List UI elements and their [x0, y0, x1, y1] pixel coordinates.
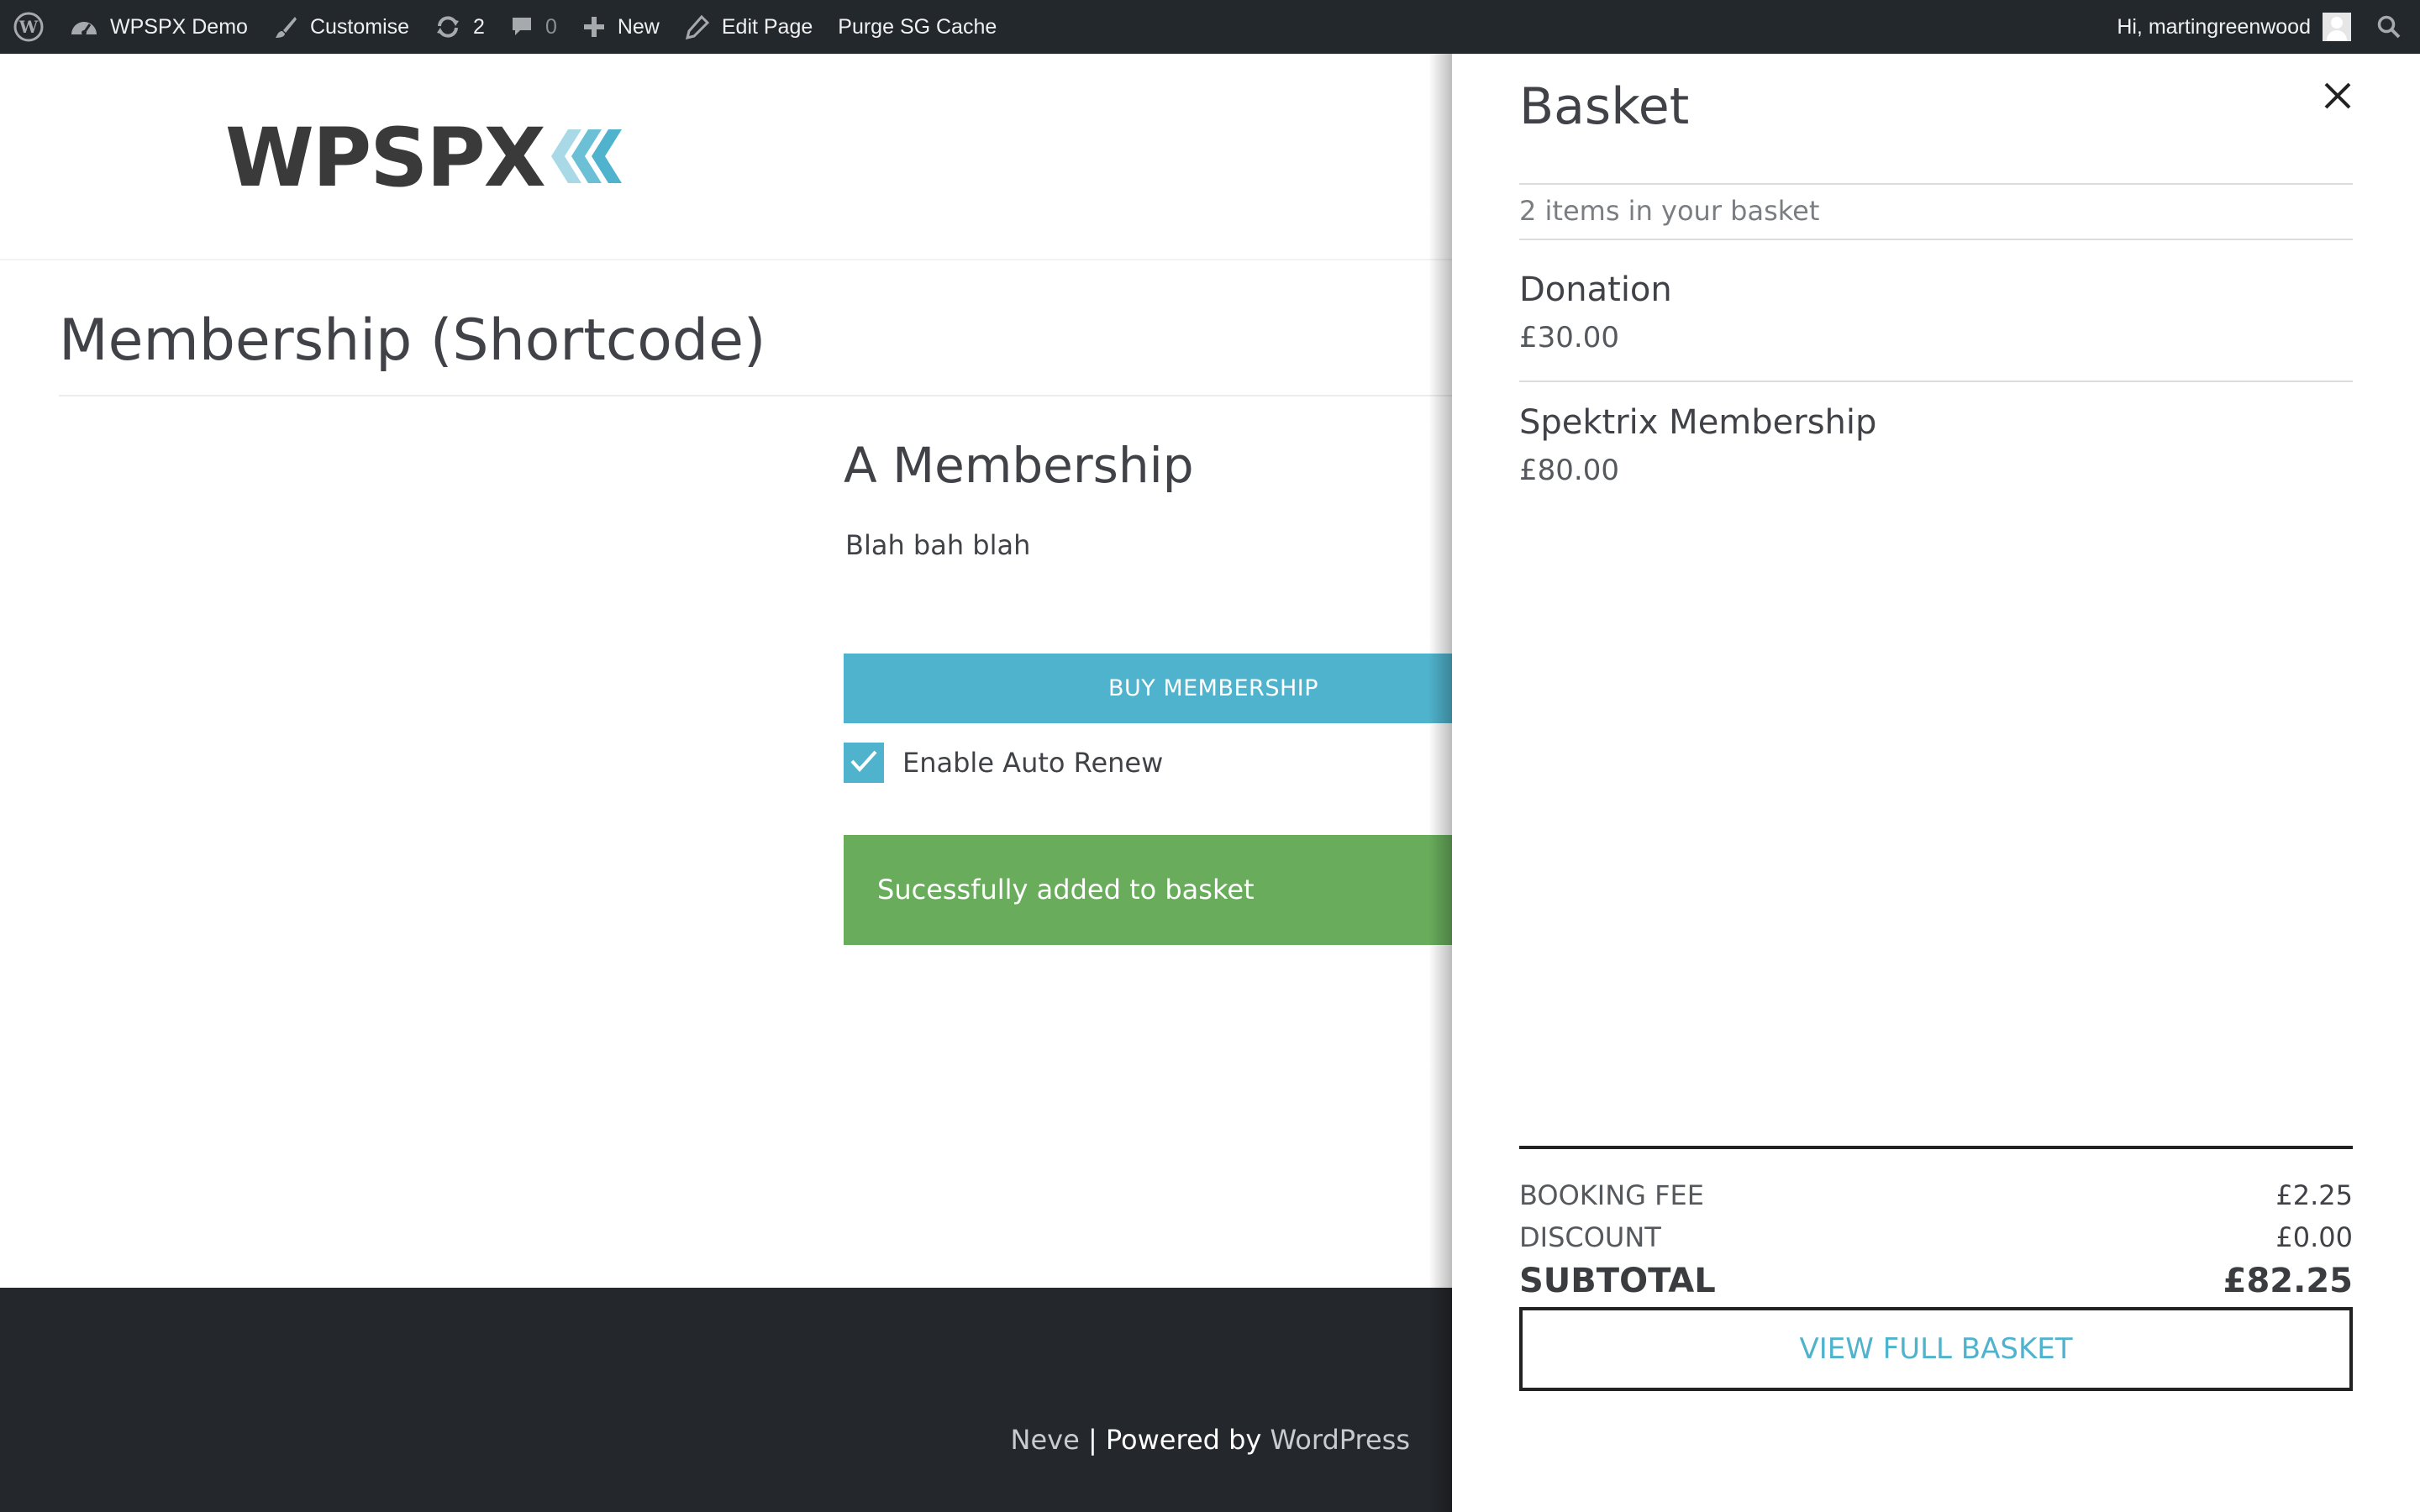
close-basket-button[interactable] [2321, 79, 2354, 113]
wordpress-logo-button[interactable]: W [0, 0, 57, 54]
dashboard-icon [70, 14, 98, 39]
avatar [2323, 13, 2351, 41]
site-logo[interactable]: WPSPX [225, 118, 625, 198]
admin-bar: W WPSPX Demo Customise 2 0 New Edit Page… [0, 0, 2420, 54]
svg-text:W: W [18, 17, 39, 37]
basket-item-name: Spektrix Membership [1519, 403, 1877, 442]
footer-separator: | Powered by [1079, 1424, 1270, 1456]
product-title: A Membership [844, 437, 1194, 494]
booking-fee-value: £2.25 [2275, 1179, 2353, 1211]
wordpress-icon: W [13, 11, 45, 43]
comments-count: 0 [544, 14, 557, 39]
site-name-menu[interactable]: WPSPX Demo [57, 0, 260, 54]
new-content-menu[interactable]: New [570, 0, 672, 54]
edit-page-label: Edit Page [721, 14, 813, 39]
basket-item-divider [1519, 381, 2353, 382]
edit-page-link[interactable]: Edit Page [672, 0, 825, 54]
basket-item-price: £80.00 [1519, 454, 1619, 487]
discount-row: DISCOUNT £0.00 [1519, 1221, 2353, 1253]
page-title: Membership (Shortcode) [59, 307, 766, 374]
basket-panel: Basket 2 items in your basket Donation £… [1452, 54, 2420, 1512]
items-count: 2 items in your basket [1519, 195, 1820, 227]
basket-divider-count [1519, 239, 2353, 240]
customise-label: Customise [309, 14, 410, 39]
updates-link[interactable]: 2 [422, 0, 497, 54]
subtotal-label: SUBTOTAL [1519, 1262, 1716, 1300]
discount-value: £0.00 [2275, 1221, 2353, 1253]
site-name-label: WPSPX Demo [110, 14, 248, 39]
basket-item-name: Donation [1519, 270, 1672, 309]
site-footer: Neve | Powered by WordPress [0, 1288, 1452, 1512]
subtotal-value: £82.25 [2223, 1262, 2353, 1300]
totals-divider [1519, 1146, 2353, 1149]
view-full-basket-button[interactable]: VIEW FULL BASKET [1519, 1307, 2353, 1391]
greeting-label: Hi, martingreenwood [2117, 14, 2311, 39]
booking-fee-label: BOOKING FEE [1519, 1179, 1704, 1211]
new-label: New [617, 14, 660, 39]
checkmark-icon [850, 748, 878, 777]
refresh-icon [434, 14, 461, 39]
basket-title: Basket [1519, 77, 1690, 136]
search-icon [2376, 14, 2402, 39]
auto-renew-checkbox[interactable] [844, 743, 884, 783]
title-divider [59, 395, 1452, 396]
chevrons-icon [543, 126, 625, 190]
theme-link[interactable]: Neve [1011, 1424, 1080, 1456]
footer-credits: Neve | Powered by WordPress [1011, 1424, 1410, 1456]
wordpress-link[interactable]: WordPress [1270, 1424, 1410, 1456]
discount-label: DISCOUNT [1519, 1221, 1661, 1253]
account-menu[interactable]: Hi, martingreenwood [2104, 0, 2356, 54]
customise-link[interactable]: Customise [260, 0, 422, 54]
comments-link[interactable]: 0 [497, 0, 570, 54]
header-divider [0, 259, 1452, 260]
basket-divider-top [1519, 183, 2353, 185]
close-icon [2321, 82, 2354, 116]
updates-count: 2 [473, 14, 485, 39]
logo-wordmark: WPSPX [225, 111, 546, 205]
purge-cache-label: Purge SG Cache [838, 14, 997, 39]
product-description: Blah bah blah [845, 529, 1031, 561]
auto-renew-option[interactable]: Enable Auto Renew [844, 743, 1163, 783]
pencil-icon [685, 14, 710, 39]
plus-icon [582, 15, 606, 39]
booking-fee-row: BOOKING FEE £2.25 [1519, 1179, 2353, 1211]
comment-bubble-icon [510, 15, 534, 39]
paintbrush-icon [273, 14, 298, 39]
purge-cache-link[interactable]: Purge SG Cache [825, 0, 1009, 54]
subtotal-row: SUBTOTAL £82.25 [1519, 1262, 2353, 1300]
basket-item-price: £30.00 [1519, 321, 1619, 354]
panel-shadow [1428, 54, 1454, 1512]
auto-renew-label: Enable Auto Renew [902, 747, 1164, 779]
admin-search-button[interactable] [2356, 0, 2420, 54]
